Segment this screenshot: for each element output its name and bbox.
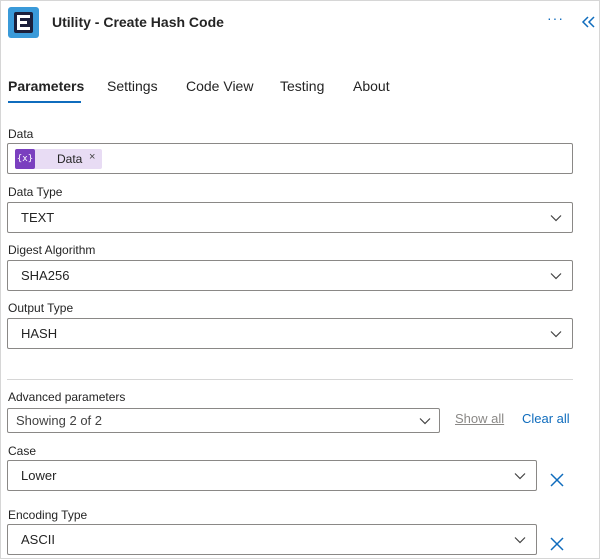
data-token[interactable]: {x} Data ×: [15, 149, 102, 169]
chevron-down-icon: [550, 273, 562, 280]
chevron-down-icon: [550, 331, 562, 338]
tab-code-view[interactable]: Code View: [186, 78, 253, 94]
page-title: Utility - Create Hash Code: [52, 14, 224, 30]
digest-algorithm-label: Digest Algorithm: [8, 243, 96, 257]
clear-all-link[interactable]: Clear all: [522, 411, 570, 426]
double-chevron-left-icon[interactable]: [580, 14, 596, 30]
output-type-select[interactable]: HASH: [7, 318, 573, 349]
data-type-select[interactable]: TEXT: [7, 202, 573, 233]
advanced-parameters-value: Showing 2 of 2: [16, 413, 103, 428]
output-type-label: Output Type: [8, 301, 74, 315]
active-tab-indicator: [8, 101, 81, 103]
encoding-type-value: ASCII: [21, 532, 55, 547]
digest-algorithm-select[interactable]: SHA256: [7, 260, 573, 291]
advanced-parameters-select[interactable]: Showing 2 of 2: [7, 408, 440, 433]
tab-parameters[interactable]: Parameters: [8, 78, 84, 94]
chevron-down-icon: [550, 215, 562, 222]
case-select[interactable]: Lower: [7, 460, 537, 491]
variable-icon: {x}: [15, 149, 35, 169]
chevron-down-icon: [419, 418, 431, 425]
encoding-type-label: Encoding Type: [8, 508, 88, 522]
show-all-link[interactable]: Show all: [455, 411, 504, 426]
tab-about[interactable]: About: [353, 78, 390, 94]
remove-case-icon[interactable]: [549, 472, 565, 488]
tab-testing[interactable]: Testing: [280, 78, 324, 94]
digest-algorithm-value: SHA256: [21, 268, 70, 283]
data-label: Data: [8, 127, 34, 141]
advanced-parameters-label: Advanced parameters: [8, 390, 126, 404]
chevron-down-icon: [514, 537, 526, 544]
data-input[interactable]: {x} Data ×: [7, 143, 573, 174]
data-type-value: TEXT: [21, 210, 55, 225]
chevron-down-icon: [514, 473, 526, 480]
encoding-type-select[interactable]: ASCII: [7, 524, 537, 555]
remove-encoding-type-icon[interactable]: [549, 536, 565, 552]
token-label: Data: [57, 152, 83, 166]
token-remove-icon[interactable]: ×: [89, 151, 95, 163]
case-value: Lower: [21, 468, 57, 483]
connector-logo-icon: [8, 7, 39, 38]
section-divider: [7, 379, 573, 380]
output-type-value: HASH: [21, 326, 58, 341]
tab-settings[interactable]: Settings: [107, 78, 158, 94]
ellipsis-icon[interactable]: ···: [547, 10, 563, 30]
case-label: Case: [8, 444, 37, 458]
data-type-label: Data Type: [8, 185, 63, 199]
